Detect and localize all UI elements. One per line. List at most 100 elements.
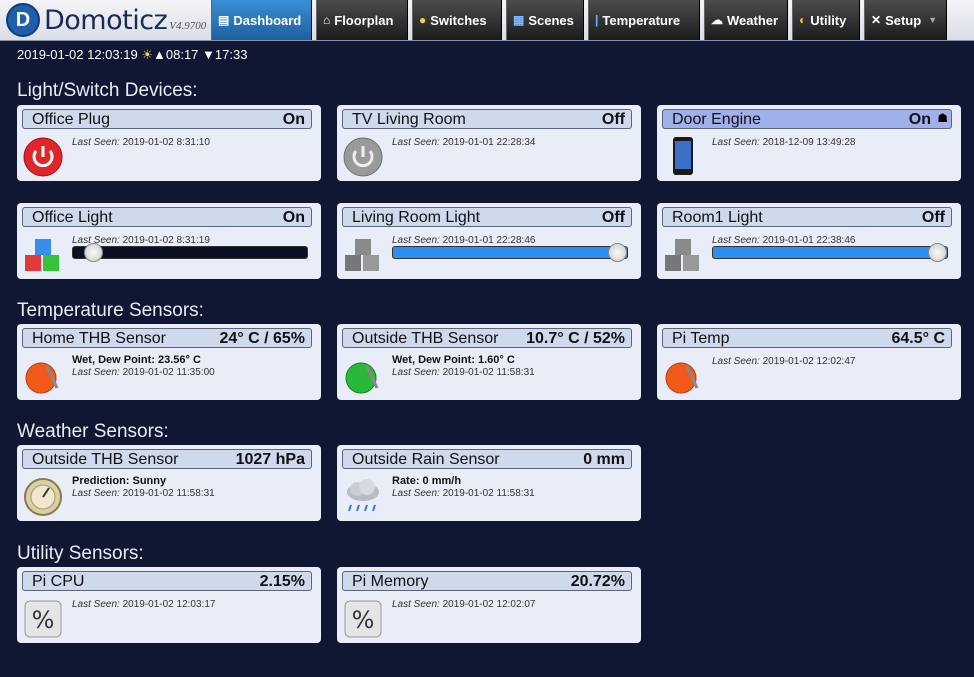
sunrise-time: 08:17 (165, 47, 199, 62)
nav-switches-button[interactable]: ● Switches (412, 0, 502, 40)
device-value: On (282, 111, 305, 128)
device-value: 1027 hPa (235, 451, 305, 468)
device-card-outside-barometer[interactable]: Outside THB Sensor 1027 hPa Prediction: … (17, 445, 321, 521)
device-header: Outside Rain Sensor 0 mm (342, 449, 632, 469)
device-value: On (282, 209, 305, 226)
dimmer-slider[interactable] (72, 243, 308, 262)
nav-floorplan-button[interactable]: ⌂ Floorplan (316, 0, 408, 40)
device-header: Door Engine On ☗ (662, 109, 952, 129)
device-name: Office Light (32, 209, 113, 226)
percentage-icon[interactable]: % (23, 599, 63, 639)
device-card-door-engine[interactable]: Door Engine On ☗ Last Seen: 2018-12-09 1… (657, 105, 961, 181)
house-icon: ⌂ (323, 13, 331, 27)
nav-weather-button[interactable]: ☁ Weather (704, 0, 788, 40)
section-title-lights: Light/Switch Devices: (17, 80, 198, 101)
device-value: Off (601, 209, 625, 226)
current-datetime: 2019-01-02 12:03:19 (17, 47, 138, 62)
device-header: Home THB Sensor 24° C / 65% (22, 328, 312, 348)
svg-text:%: % (352, 606, 375, 634)
barometer-icon[interactable] (23, 477, 63, 517)
svg-text:%: % (32, 606, 55, 634)
device-value: 24° C / 65% (219, 330, 305, 347)
rain-cloud-icon[interactable] (343, 477, 383, 517)
device-card-pi-cpu[interactable]: Pi CPU 2.15% % Last Seen: 2019-01-02 12:… (17, 567, 321, 643)
last-seen: Last Seen: 2019-01-02 11:58:31 (72, 488, 215, 499)
last-seen: Last Seen: 2019-01-02 12:03:17 (72, 599, 216, 610)
device-value: 20.72% (570, 573, 625, 590)
device-value: On (908, 111, 931, 128)
section-title-utility: Utility Sensors: (17, 543, 144, 564)
section-title-temperature: Temperature Sensors: (17, 300, 204, 321)
top-navigation-bar: D Domoticz V4.9700 ▤ Dashboard ⌂ Floorplan… (0, 0, 974, 41)
device-card-office-plug[interactable]: Office Plug On Last Seen: 2019-01-02 8:3… (17, 105, 321, 181)
device-header: TV Living Room Off (342, 109, 632, 129)
device-card-room1-light[interactable]: Room1 Light Off Last Seen: 2019-01-01 22… (657, 203, 961, 279)
device-header: Living Room Light Off (342, 207, 632, 227)
device-name: Home THB Sensor (32, 330, 166, 347)
nav-utility-button[interactable]: ◐ Utility (792, 0, 860, 40)
percentage-icon[interactable]: % (343, 599, 383, 639)
last-seen: Last Seen: 2019-01-01 22:28:34 (392, 137, 536, 148)
temperature-hot-icon[interactable] (663, 356, 703, 396)
device-card-tv-living-room[interactable]: TV Living Room Off Last Seen: 2019-01-01… (337, 105, 641, 181)
cloud-rain-icon: ☁ (711, 13, 723, 27)
device-name: Outside Rain Sensor (352, 451, 500, 468)
last-seen: Last Seen: 2019-01-02 12:02:47 (712, 356, 856, 367)
device-header: Pi Memory 20.72% (342, 571, 632, 591)
device-header: Outside THB Sensor 10.7° C / 52% (342, 328, 632, 348)
rgb-cubes-icon[interactable] (23, 235, 63, 275)
device-card-outside-thb-sensor[interactable]: Outside THB Sensor 10.7° C / 52% Wet, De… (337, 324, 641, 400)
last-seen: Last Seen: 2019-01-02 12:02:07 (392, 599, 536, 610)
device-value: Off (921, 209, 945, 226)
device-name: Room1 Light (672, 209, 763, 226)
sunrise-up-icon: ▲ (153, 47, 166, 62)
last-seen: Last Seen: 2019-01-02 11:58:31 (392, 488, 535, 499)
clapper-icon: ▦ (513, 13, 525, 27)
power-off-icon[interactable] (343, 137, 383, 177)
dimmer-slider[interactable] (712, 243, 948, 262)
device-card-office-light[interactable]: Office Light On Last Seen: 2019-01-02 8:… (17, 203, 321, 279)
nav-dashboard-button[interactable]: ▤ Dashboard (211, 0, 312, 40)
chevron-down-icon: ▼ (928, 15, 938, 25)
power-on-icon[interactable] (23, 137, 63, 177)
device-header: Pi Temp 64.5° C (662, 328, 952, 348)
slider-handle[interactable] (608, 243, 627, 262)
slider-handle[interactable] (84, 243, 103, 262)
nav-scenes-button[interactable]: ▦ Scenes (506, 0, 584, 40)
bulb-icon: ● (419, 13, 427, 27)
grey-cubes-icon[interactable] (343, 235, 383, 275)
device-value: Off (601, 111, 625, 128)
smartphone-icon[interactable] (663, 137, 703, 177)
last-seen: Last Seen: 2019-01-01 22:28:46 (392, 235, 536, 246)
sunset-down-icon: ▼ (202, 47, 215, 62)
device-card-living-room-light[interactable]: Living Room Light Off Last Seen: 2019-01… (337, 203, 641, 279)
device-name: Outside THB Sensor (32, 451, 179, 468)
device-name: Pi Memory (352, 573, 429, 590)
device-value: 10.7° C / 52% (526, 330, 625, 347)
dew-point-text: Wet, Dew Point: 1.60° C (392, 354, 515, 366)
device-card-pi-temp[interactable]: Pi Temp 64.5° C Last Seen: 2019-01-02 12… (657, 324, 961, 400)
app-name: Domoticz (44, 4, 168, 36)
grey-cubes-icon[interactable] (663, 235, 703, 275)
tools-icon: ✕ (871, 13, 882, 27)
utility-icon: ◐ (799, 13, 807, 27)
device-name: Outside THB Sensor (352, 330, 499, 347)
nav-temperature-button[interactable]: | Temperature (588, 0, 700, 40)
device-header: Office Plug On (22, 109, 312, 129)
person-icon: ☗ (937, 111, 948, 125)
device-card-pi-memory[interactable]: Pi Memory 20.72% % Last Seen: 2019-01-02… (337, 567, 641, 643)
prediction-text: Prediction: Sunny (72, 475, 167, 487)
device-name: TV Living Room (352, 111, 466, 128)
temperature-hot-icon[interactable] (23, 356, 63, 396)
domoticz-logo[interactable]: D Domoticz V4.9700 (6, 3, 206, 37)
nav-setup-button[interactable]: ✕ Setup ▼ (864, 0, 947, 40)
last-seen: Last Seen: 2019-01-02 11:58:31 (392, 367, 535, 378)
last-seen: Last Seen: 2019-01-01 22:38:46 (712, 235, 856, 246)
last-seen: Last Seen: 2019-01-02 8:31:10 (72, 137, 210, 148)
dimmer-slider[interactable] (392, 243, 628, 262)
rain-rate-text: Rate: 0 mm/h (392, 475, 462, 487)
slider-handle[interactable] (928, 243, 947, 262)
temperature-mild-icon[interactable] (343, 356, 383, 396)
device-card-home-thb-sensor[interactable]: Home THB Sensor 24° C / 65% Wet, Dew Poi… (17, 324, 321, 400)
device-card-outside-rain-sensor[interactable]: Outside Rain Sensor 0 mm Rate: 0 mm/h La… (337, 445, 641, 521)
